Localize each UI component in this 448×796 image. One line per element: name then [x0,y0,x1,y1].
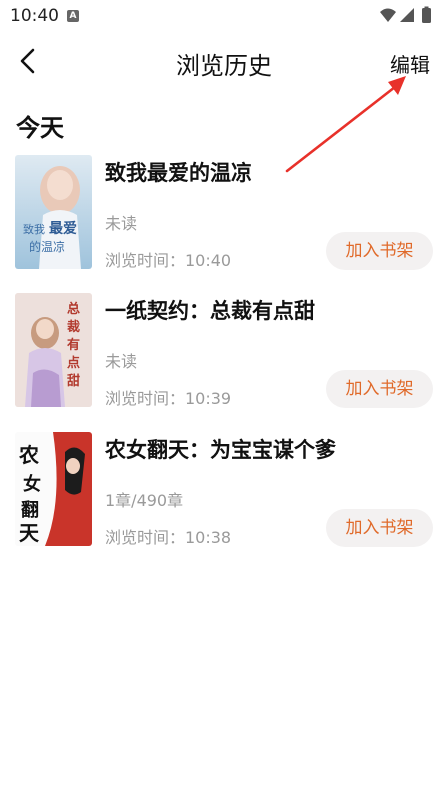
read-progress: 1章/490章 [105,491,184,510]
svg-text:的温凉: 的温凉 [29,239,65,254]
signal-icon [400,8,414,22]
history-item[interactable]: 致我 最爱 的温凉 致我最爱的温凉 未读 浏览时间：10:40 加入书架 [0,155,448,275]
svg-text:有: 有 [67,337,80,353]
add-to-shelf-button[interactable]: 加入书架 [326,232,433,270]
battery-icon [422,8,431,23]
book-cover[interactable]: 农 女 翻 天 [15,432,92,546]
read-progress: 未读 [105,352,138,371]
svg-text:女: 女 [23,473,41,495]
history-item[interactable]: 总 裁 有 点 甜 一纸契约：总裁有点甜 未读 浏览时间：10:39 加入书架 [0,293,448,413]
book-cover[interactable]: 总 裁 有 点 甜 [15,293,92,407]
add-to-shelf-button[interactable]: 加入书架 [326,509,433,547]
status-icons [380,6,431,23]
book-cover[interactable]: 致我 最爱 的温凉 [15,155,92,269]
edit-button[interactable]: 编辑 [390,49,430,78]
svg-text:总: 总 [67,301,80,317]
svg-text:点: 点 [67,355,80,371]
book-title[interactable]: 一纸契约：总裁有点甜 [105,295,315,325]
svg-text:甜: 甜 [67,373,80,389]
nav-bar: 浏览历史 编辑 [0,32,448,90]
font-a-icon: A [67,10,79,22]
status-time: 10:40 [10,6,59,26]
add-to-shelf-button[interactable]: 加入书架 [326,370,433,408]
svg-text:农: 农 [18,443,39,467]
browse-time: 浏览时间：10:39 [105,389,232,408]
book-title[interactable]: 致我最爱的温凉 [105,157,252,187]
svg-text:最爱: 最爱 [49,220,77,237]
browse-time: 浏览时间：10:38 [105,528,232,547]
svg-text:致我: 致我 [23,222,45,236]
status-bar: 10:40 A [0,0,448,32]
page-title: 浏览历史 [176,52,272,80]
browse-time: 浏览时间：10:40 [105,251,232,270]
history-item[interactable]: 农 女 翻 天 农女翻天：为宝宝谋个爹 1章/490章 浏览时间：10:38 加… [0,432,448,552]
svg-text:天: 天 [19,521,40,545]
svg-text:翻: 翻 [21,499,39,521]
wifi-icon [380,8,396,22]
book-title[interactable]: 农女翻天：为宝宝谋个爹 [105,434,336,464]
svg-text:裁: 裁 [67,319,80,335]
section-today: 今天 [16,114,64,142]
read-progress: 未读 [105,214,138,233]
